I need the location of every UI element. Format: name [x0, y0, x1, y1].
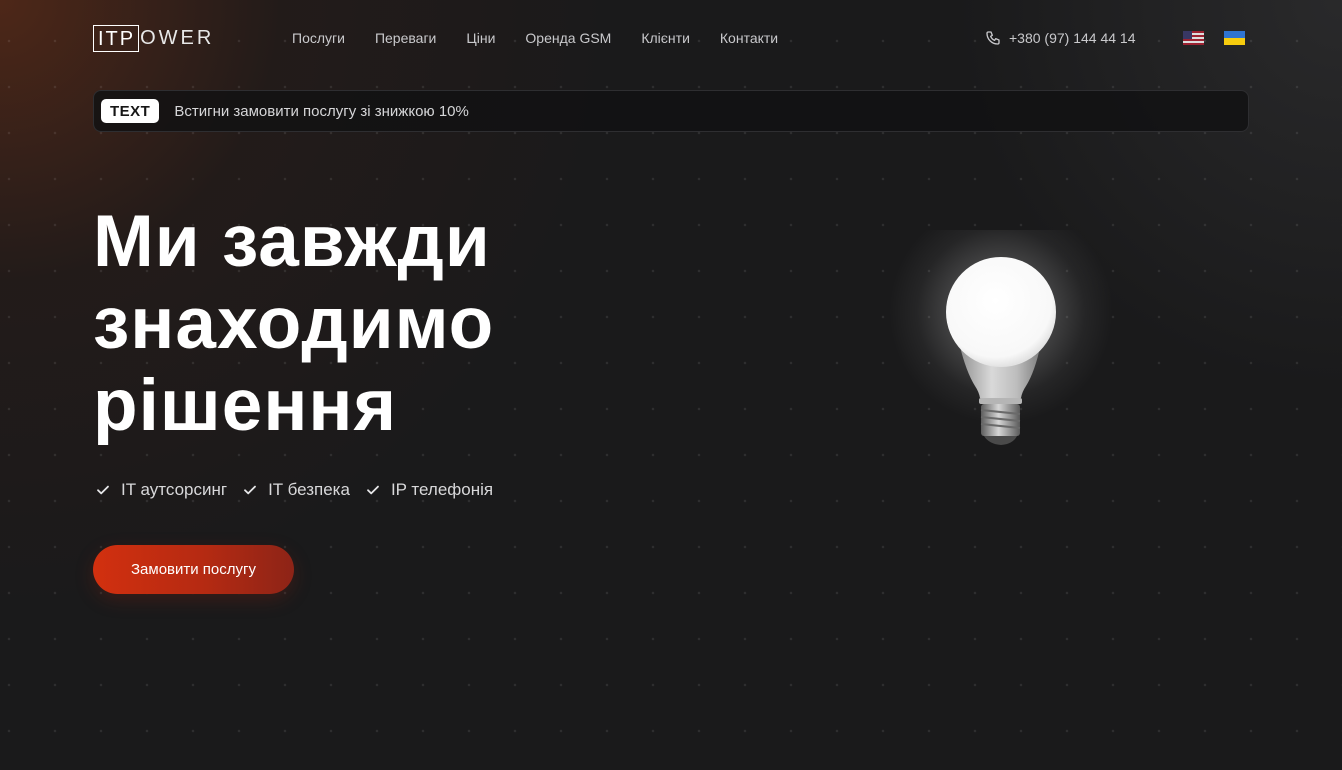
nav-item-contacts[interactable]: Контакти [720, 30, 778, 46]
hero-title: Ми завжди знаходимо рішення [93, 201, 653, 447]
feature-item: IT безпека [243, 480, 350, 500]
logo-box-text: ITP [93, 24, 140, 52]
hero-title-line-1: Ми завжди [93, 201, 491, 282]
phone-icon [985, 30, 1001, 46]
phone-link[interactable]: +380 (97) 144 44 14 [985, 22, 1136, 54]
nav-item-prices[interactable]: Ціни [466, 30, 495, 46]
hero-title-line-2: знаходимо [93, 283, 495, 364]
feature-label: IP телефонія [390, 480, 494, 499]
light-bulb-illustration [880, 200, 1120, 460]
feature-label: IT аутсорсинг [121, 480, 228, 499]
promo-banner[interactable]: TEXT Встигни замовити послугу зі знижкою… [93, 90, 1249, 132]
check-icon [243, 483, 257, 497]
nav-item-gsm-rental[interactable]: Оренда GSM [525, 30, 611, 46]
feature-label: IT безпека [268, 480, 350, 499]
phone-number: +380 (97) 144 44 14 [1009, 30, 1136, 46]
main-nav: Послуги Переваги Ціни Оренда GSM Клієнти… [292, 22, 778, 54]
ua-flag-icon[interactable] [1224, 31, 1245, 45]
hero-title-line-3: рішення [93, 365, 398, 446]
nav-item-services[interactable]: Послуги [292, 30, 345, 46]
feature-item: IP телефонія [366, 480, 493, 500]
promo-text: Встигни замовити послугу зі знижкою 10% [174, 102, 469, 120]
itpower-logo[interactable]: ITP OWER [93, 22, 214, 54]
promo-badge: TEXT [101, 99, 160, 123]
us-flag-icon[interactable] [1183, 31, 1204, 45]
site-header: ITP OWER Послуги Переваги Ціни Оренда GS… [93, 22, 1249, 54]
nav-item-advantages[interactable]: Переваги [375, 30, 436, 46]
order-service-button[interactable]: Замовити послугу [93, 545, 294, 594]
feature-item: IT аутсорсинг [96, 480, 227, 500]
nav-item-clients[interactable]: Клієнти [641, 30, 690, 46]
logo-rest-text: OWER [140, 27, 215, 49]
feature-list: IT аутсорсинг IT безпека IP телефонія [96, 479, 509, 501]
check-icon [366, 483, 380, 497]
check-icon [96, 483, 110, 497]
